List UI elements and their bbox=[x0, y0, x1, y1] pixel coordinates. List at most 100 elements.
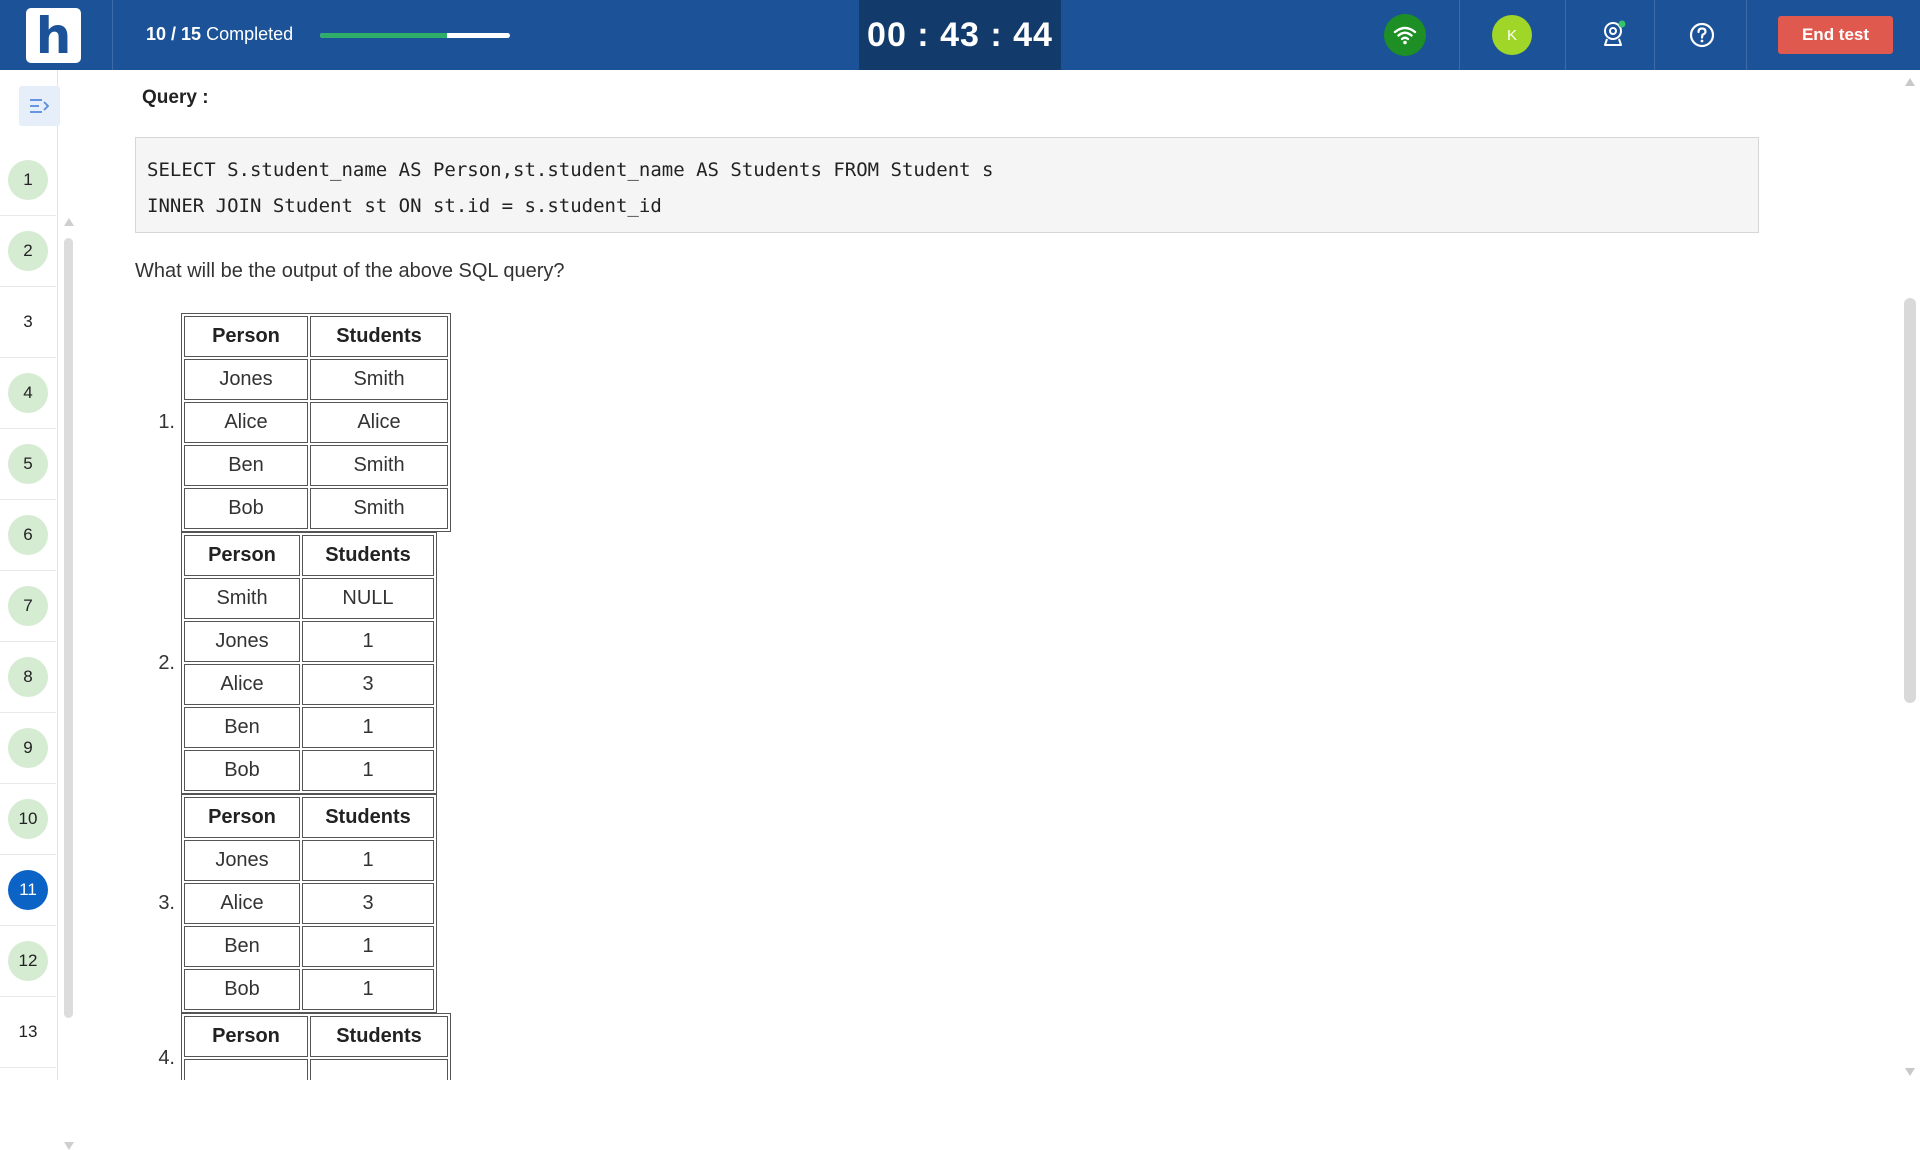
table-row: Ben 1 bbox=[184, 926, 434, 967]
question-nav-item[interactable]: 7 bbox=[0, 571, 56, 642]
table-cell: Bob bbox=[184, 969, 300, 1010]
column-header: Person bbox=[184, 1016, 308, 1057]
option-table: Person Students Jones Smith Alice Alice Ben Smi… bbox=[181, 313, 451, 532]
page-scroll-thumb[interactable] bbox=[1904, 298, 1916, 703]
table-row: Jones 1 bbox=[184, 621, 434, 662]
page-scrollbar[interactable] bbox=[1900, 70, 1920, 1080]
scroll-up-icon[interactable] bbox=[1905, 78, 1915, 86]
table-cell: 1 bbox=[302, 750, 434, 791]
question-number: 2 bbox=[8, 231, 48, 271]
sidebar-scroll-thumb[interactable] bbox=[64, 238, 73, 1018]
table-cell: NULL bbox=[302, 578, 434, 619]
scroll-up-icon[interactable] bbox=[64, 218, 74, 226]
code-line: SELECT S.student_name AS Person,st.stude… bbox=[147, 159, 994, 181]
table-cell: 1 bbox=[302, 840, 434, 881]
answer-option[interactable]: 1. Person Students Jones Smith Alice Alice Ben S… bbox=[135, 313, 451, 532]
question-nav-item[interactable]: 4 bbox=[0, 358, 56, 429]
table-cell: 1 bbox=[302, 621, 434, 662]
answer-options: 1. Person Students Jones Smith Alice Alice Ben S… bbox=[135, 313, 451, 1080]
question-panel: Query : SELECT S.student_name AS Person,… bbox=[135, 70, 1775, 1080]
option-table: Person Students bbox=[181, 1013, 451, 1080]
table-cell: Alice bbox=[184, 402, 308, 443]
table-cell: Alice bbox=[184, 883, 300, 924]
table-row: Ben 1 bbox=[184, 707, 434, 748]
question-nav-item[interactable]: 6 bbox=[0, 500, 56, 571]
sidebar-scrollbar[interactable] bbox=[62, 218, 74, 1150]
header-divider bbox=[1654, 0, 1655, 70]
table-header-row: Person Students bbox=[184, 316, 448, 357]
column-header: Person bbox=[184, 797, 300, 838]
table-cell: Jones bbox=[184, 359, 308, 400]
sidebar-toggle-icon[interactable] bbox=[19, 86, 60, 126]
question-nav-item[interactable]: 13 bbox=[0, 997, 56, 1068]
question-nav-item[interactable]: 11 bbox=[0, 855, 56, 926]
table-cell: 3 bbox=[302, 883, 434, 924]
table-row: Jones Smith bbox=[184, 359, 448, 400]
option-number: 2. bbox=[158, 651, 175, 674]
question-number: 13 bbox=[18, 1022, 38, 1041]
answer-option[interactable]: 2. Person Students Smith NULL Jones 1 Alice 3 Ben… bbox=[135, 532, 451, 794]
column-header: Students bbox=[302, 797, 434, 838]
answer-option[interactable]: 3. Person Students Jones 1 Alice 3 Ben 1 Bob 1 bbox=[135, 794, 451, 1013]
table-cell: Smith bbox=[184, 578, 300, 619]
header-divider bbox=[1459, 0, 1460, 70]
table-row: Bob 1 bbox=[184, 969, 434, 1010]
table-row: Bob 1 bbox=[184, 750, 434, 791]
answer-option[interactable]: 4. Person Students bbox=[135, 1013, 451, 1080]
question-nav-item[interactable]: 2 bbox=[0, 216, 56, 287]
scroll-down-icon[interactable] bbox=[1905, 1068, 1915, 1076]
column-header: Students bbox=[302, 535, 434, 576]
avatar[interactable]: K bbox=[1492, 15, 1532, 55]
question-nav-item[interactable]: 12 bbox=[0, 926, 56, 997]
table-row: Ben Smith bbox=[184, 445, 448, 486]
table-header-row: Person Students bbox=[184, 535, 434, 576]
table-cell: Smith bbox=[310, 445, 448, 486]
question-nav-item[interactable]: 5 bbox=[0, 429, 56, 500]
webcam-icon[interactable] bbox=[1598, 18, 1630, 50]
question-nav-item[interactable]: 10 bbox=[0, 784, 56, 855]
table-cell: Jones bbox=[184, 840, 300, 881]
question-number: 6 bbox=[8, 515, 48, 555]
progress-fill bbox=[320, 33, 448, 38]
progress-done: 10 bbox=[146, 24, 167, 44]
help-icon[interactable] bbox=[1687, 20, 1717, 50]
table-cell: Jones bbox=[184, 621, 300, 662]
end-test-button[interactable]: End test bbox=[1778, 16, 1893, 54]
countdown-timer: 00 : 43 : 44 bbox=[859, 0, 1061, 70]
table-header-row: Person Students bbox=[184, 1016, 448, 1057]
table-row: Jones 1 bbox=[184, 840, 434, 881]
question-number: 3 bbox=[23, 312, 33, 331]
table-cell: 1 bbox=[302, 926, 434, 967]
question-number: 5 bbox=[8, 444, 48, 484]
header-divider bbox=[112, 0, 113, 70]
column-header: Students bbox=[310, 1016, 448, 1057]
question-number: 7 bbox=[8, 586, 48, 626]
table-row: Alice Alice bbox=[184, 402, 448, 443]
table-row: Bob Smith bbox=[184, 488, 448, 529]
wifi-icon bbox=[1384, 14, 1426, 56]
table-cell: Smith bbox=[310, 359, 448, 400]
question-number: 1 bbox=[8, 160, 48, 200]
question-sidebar: 1 2 3 4 5 6 7 8 9 10 11 12 13 bbox=[0, 70, 74, 1150]
question-number: 8 bbox=[8, 657, 48, 697]
table-row: Smith NULL bbox=[184, 578, 434, 619]
table-cell: Ben bbox=[184, 445, 308, 486]
header-divider bbox=[1746, 0, 1747, 70]
question-nav-item[interactable]: 8 bbox=[0, 642, 56, 713]
scroll-down-icon[interactable] bbox=[64, 1142, 74, 1150]
column-header: Person bbox=[184, 535, 300, 576]
logo: h bbox=[26, 8, 81, 63]
code-line: INNER JOIN Student st ON st.id = s.stude… bbox=[147, 195, 662, 217]
table-cell: 3 bbox=[302, 664, 434, 705]
question-nav-item[interactable]: 1 bbox=[0, 145, 56, 216]
table-cell: Alice bbox=[310, 402, 448, 443]
table-cell: 1 bbox=[302, 707, 434, 748]
option-number: 4. bbox=[158, 1046, 175, 1069]
question-number: 4 bbox=[8, 373, 48, 413]
table-row: Alice 3 bbox=[184, 664, 434, 705]
question-nav-item[interactable]: 9 bbox=[0, 713, 56, 784]
option-number: 3. bbox=[158, 892, 175, 914]
question-nav-item[interactable]: 3 bbox=[0, 287, 56, 358]
table-header-row: Person Students bbox=[184, 797, 434, 838]
progress-text: 10 / 15 Completed bbox=[146, 24, 294, 44]
